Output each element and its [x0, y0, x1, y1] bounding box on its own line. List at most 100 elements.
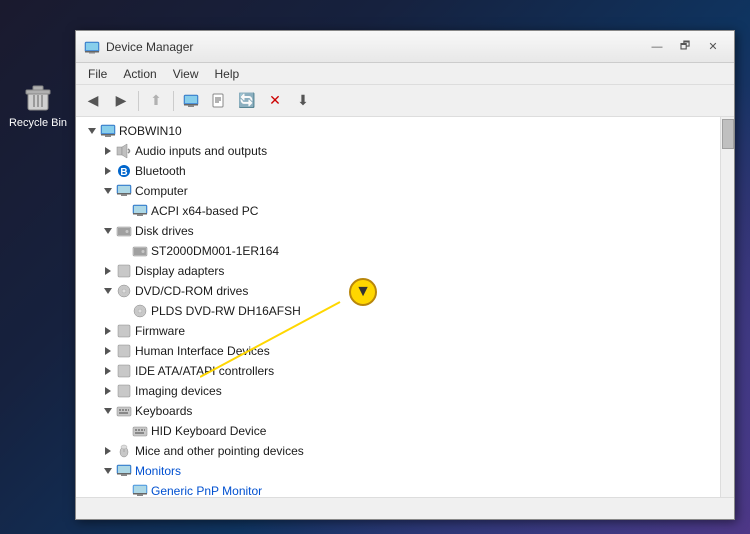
expander-displayadapters[interactable]: [100, 263, 116, 279]
tree-item-genericpnp[interactable]: Generic PnP Monitor: [76, 481, 720, 497]
tree-item-plds[interactable]: PLDS DVD-RW DH16AFSH: [76, 301, 720, 321]
status-bar: [76, 497, 734, 519]
tree-item-dvdrom[interactable]: DVD/CD-ROM drives: [76, 281, 720, 301]
item-label-displayadapters: Display adapters: [135, 264, 224, 278]
expander-firmware[interactable]: [100, 323, 116, 339]
scrollbar[interactable]: [720, 117, 734, 497]
item-icon-hidkbd: [132, 423, 148, 439]
up-button: ⬆: [143, 89, 169, 113]
tree-item-audio[interactable]: Audio inputs and outputs: [76, 141, 720, 161]
item-label-robwin10: ROBWIN10: [119, 124, 182, 138]
item-label-diskdrives: Disk drives: [135, 224, 194, 238]
item-icon-mice: [116, 443, 132, 459]
tree-item-displayadapters[interactable]: Display adapters: [76, 261, 720, 281]
refresh-button[interactable]: 🔄: [234, 89, 260, 113]
menu-action[interactable]: Action: [115, 65, 164, 83]
device-tree[interactable]: ROBWIN10 Audio inputs and outputs B Bluetoo…: [76, 117, 720, 497]
down-button[interactable]: ⬇: [290, 89, 316, 113]
computer-button[interactable]: [178, 89, 204, 113]
menu-view[interactable]: View: [165, 65, 207, 83]
item-icon-monitors: [116, 463, 132, 479]
item-icon-diskdrives: [116, 223, 132, 239]
item-label-firmware: Firmware: [135, 324, 185, 338]
item-label-audio: Audio inputs and outputs: [135, 144, 267, 158]
window-title: Device Manager: [106, 40, 644, 54]
expander-audio[interactable]: [100, 143, 116, 159]
item-icon-st2000: [132, 243, 148, 259]
item-label-mice: Mice and other pointing devices: [135, 444, 304, 458]
item-label-bluetooth: Bluetooth: [135, 164, 186, 178]
tree-item-imaging[interactable]: Imaging devices: [76, 381, 720, 401]
minimize-button[interactable]: —: [644, 37, 670, 57]
item-label-computer: Computer: [135, 184, 188, 198]
restore-button[interactable]: 🗗: [672, 37, 698, 57]
item-icon-acpi: [132, 203, 148, 219]
properties-button[interactable]: [206, 89, 232, 113]
item-icon-firmware: [116, 323, 132, 339]
expander-st2000: [116, 243, 132, 259]
content-area: ROBWIN10 Audio inputs and outputs B Bluetoo…: [76, 117, 734, 497]
menu-bar: File Action View Help: [76, 63, 734, 85]
item-label-acpi: ACPI x64-based PC: [151, 204, 258, 218]
tree-item-ide[interactable]: IDE ATA/ATAPI controllers: [76, 361, 720, 381]
item-label-hidkbd: HID Keyboard Device: [151, 424, 266, 438]
item-icon-plds: [132, 303, 148, 319]
expander-hidkbd: [116, 423, 132, 439]
item-icon-genericpnp: [132, 483, 148, 497]
title-bar: Device Manager — 🗗 ✕: [76, 31, 734, 63]
tree-item-acpi[interactable]: ACPI x64-based PC: [76, 201, 720, 221]
expander-imaging[interactable]: [100, 383, 116, 399]
expander-genericpnp: [116, 483, 132, 497]
forward-button[interactable]: ▶: [108, 89, 134, 113]
recycle-bin-svg: [20, 78, 56, 114]
expander-computer[interactable]: [100, 183, 116, 199]
tree-item-robwin10[interactable]: ROBWIN10: [76, 121, 720, 141]
remove-button[interactable]: ✕: [262, 89, 288, 113]
expander-bluetooth[interactable]: [100, 163, 116, 179]
toolbar-sep-1: [138, 91, 139, 111]
item-label-monitors: Monitors: [135, 464, 181, 478]
item-icon-bluetooth: B: [116, 163, 132, 179]
window-controls: — 🗗 ✕: [644, 37, 726, 57]
device-manager-window: Device Manager — 🗗 ✕ File Action View He…: [75, 30, 735, 520]
tree-item-firmware[interactable]: Firmware: [76, 321, 720, 341]
item-icon-computer: [116, 183, 132, 199]
item-icon-displayadapters: [116, 263, 132, 279]
svg-text:B: B: [120, 167, 127, 178]
item-icon-keyboards: [116, 403, 132, 419]
tree-item-bluetooth[interactable]: B Bluetooth: [76, 161, 720, 181]
expander-hid[interactable]: [100, 343, 116, 359]
toolbar-sep-2: [173, 91, 174, 111]
tree-item-mice[interactable]: Mice and other pointing devices: [76, 441, 720, 461]
item-icon-imaging: [116, 383, 132, 399]
item-icon-dvdrom: [116, 283, 132, 299]
expander-keyboards[interactable]: [100, 403, 116, 419]
expander-dvdrom[interactable]: [100, 283, 116, 299]
back-button[interactable]: ◀: [80, 89, 106, 113]
tree-item-computer[interactable]: Computer: [76, 181, 720, 201]
menu-help[interactable]: Help: [207, 65, 248, 83]
window-icon: [84, 39, 100, 55]
tree-item-keyboards[interactable]: Keyboards: [76, 401, 720, 421]
item-label-keyboards: Keyboards: [135, 404, 192, 418]
tree-item-diskdrives[interactable]: Disk drives: [76, 221, 720, 241]
expander-robwin10[interactable]: [84, 123, 100, 139]
tree-item-st2000[interactable]: ST2000DM001-1ER164: [76, 241, 720, 261]
item-label-st2000: ST2000DM001-1ER164: [151, 244, 279, 258]
item-icon-hid: [116, 343, 132, 359]
menu-file[interactable]: File: [80, 65, 115, 83]
recycle-bin-icon[interactable]: Recycle Bin: [8, 78, 68, 129]
tree-item-hidkbd[interactable]: HID Keyboard Device: [76, 421, 720, 441]
expander-monitors[interactable]: [100, 463, 116, 479]
recycle-bin-label: Recycle Bin: [9, 117, 67, 129]
tree-item-hid[interactable]: Human Interface Devices: [76, 341, 720, 361]
item-icon-audio: [116, 143, 132, 159]
item-icon-ide: [116, 363, 132, 379]
close-button[interactable]: ✕: [700, 37, 726, 57]
arrow-line: [200, 292, 360, 392]
expander-mice[interactable]: [100, 443, 116, 459]
expander-diskdrives[interactable]: [100, 223, 116, 239]
tree-item-monitors[interactable]: Monitors: [76, 461, 720, 481]
toolbar: ◀ ▶ ⬆ 🔄 ✕ ⬇: [76, 85, 734, 117]
expander-ide[interactable]: [100, 363, 116, 379]
